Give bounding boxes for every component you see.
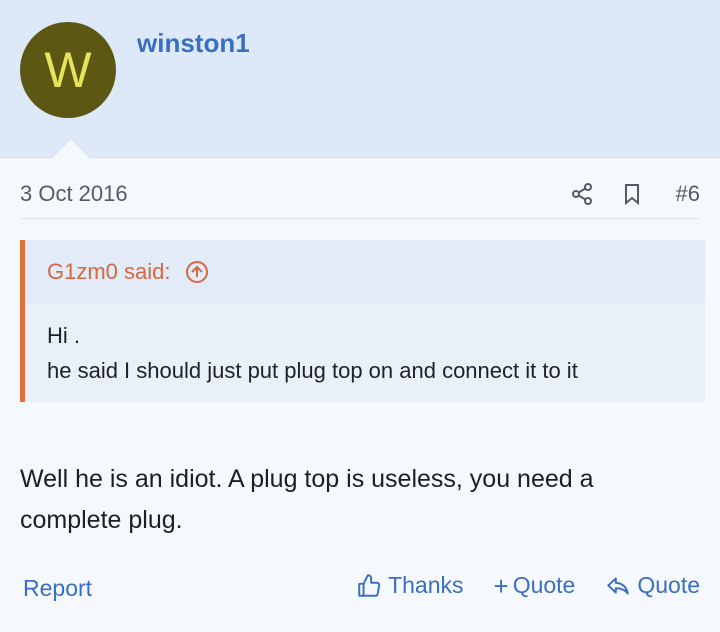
- post-date[interactable]: 3 Oct 2016: [20, 181, 128, 207]
- quote-label: Quote: [637, 572, 700, 598]
- report-link[interactable]: Report: [23, 575, 92, 602]
- reply-icon: [607, 576, 630, 595]
- plus-icon: +: [493, 570, 509, 601]
- quote-button[interactable]: Quote: [605, 572, 700, 599]
- quote-author[interactable]: G1zm0 said:: [47, 259, 209, 285]
- thumbs-up-icon: [358, 573, 381, 597]
- jump-to-quote-icon[interactable]: [185, 260, 209, 284]
- quote-body: Hi . he said I should just put plug top …: [47, 318, 695, 388]
- quote-author-label: G1zm0 said:: [47, 259, 171, 284]
- thanks-button[interactable]: Thanks: [356, 572, 464, 599]
- quote-header[interactable]: G1zm0 said:: [25, 240, 705, 303]
- avatar[interactable]: W: [20, 22, 116, 118]
- multiquote-label: Quote: [512, 572, 576, 598]
- post-header: W winston1: [0, 0, 720, 158]
- post-footer: Report Thanks + Quote Quote: [20, 570, 700, 610]
- thanks-label: Thanks: [388, 572, 464, 598]
- avatar-letter: W: [44, 42, 92, 98]
- post-actions: Thanks + Quote Quote: [356, 572, 700, 599]
- post-message: Well he is an idiot. A plug top is usele…: [20, 465, 594, 534]
- username-link[interactable]: winston1: [137, 28, 250, 59]
- post-number-link[interactable]: #6: [676, 181, 700, 207]
- quote-line: he said I should just put plug top on an…: [47, 358, 578, 383]
- post-meta-actions: #6: [570, 178, 700, 210]
- quote-block: G1zm0 said: Hi . he said I should just p…: [20, 240, 705, 402]
- multiquote-button[interactable]: + Quote: [494, 572, 576, 599]
- post-meta-row: 3 Oct 2016 #6: [20, 178, 700, 219]
- header-pointer: [52, 139, 90, 158]
- bookmark-icon[interactable]: [620, 182, 644, 206]
- quote-line: Hi .: [47, 323, 80, 348]
- share-icon[interactable]: [570, 182, 594, 206]
